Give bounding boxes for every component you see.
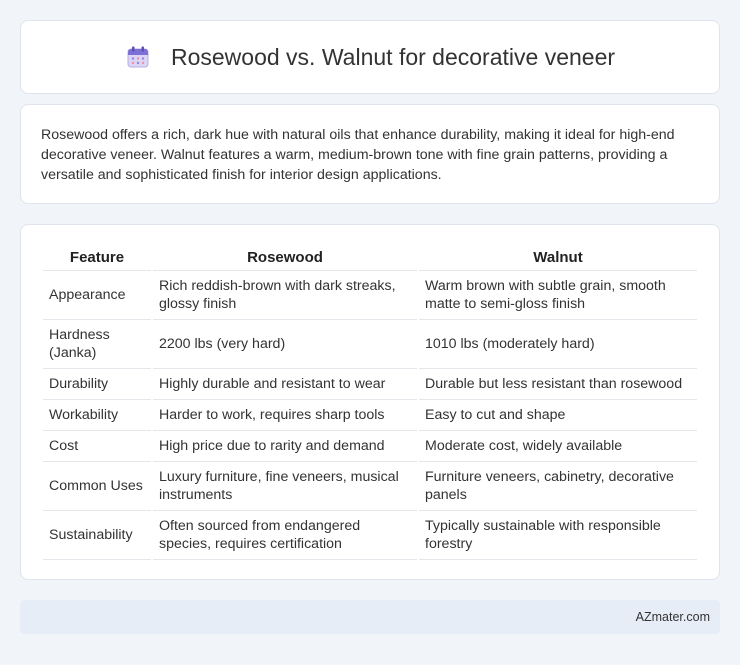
cell-walnut: Moderate cost, widely available [419, 431, 697, 462]
cell-walnut: Warm brown with subtle grain, smooth mat… [419, 271, 697, 320]
cell-rosewood: Luxury furniture, fine veneers, musical … [153, 462, 417, 511]
footer-brand: AZmater.com [635, 610, 710, 624]
cell-feature: Cost [43, 431, 151, 462]
calendar-icon [127, 46, 149, 68]
table-row: Appearance Rich reddish-brown with dark s… [43, 271, 697, 320]
table-row: Common Uses Luxury furniture, fine veneer… [43, 462, 697, 511]
table-row: Hardness (Janka) 2200 lbs (very hard) 1010… [43, 320, 697, 369]
table-header-row: Feature Rosewood Walnut [43, 247, 697, 271]
footer: AZmater.com [20, 600, 720, 634]
cell-rosewood: Highly durable and resistant to wear [153, 369, 417, 400]
cell-walnut: Durable but less resistant than rosewood [419, 369, 697, 400]
cell-feature: Appearance [43, 271, 151, 320]
cell-rosewood: High price due to rarity and demand [153, 431, 417, 462]
header-rosewood: Rosewood [153, 247, 417, 271]
page-title: Rosewood vs. Walnut for decorative venee… [170, 43, 616, 70]
cell-feature: Workability [43, 400, 151, 431]
table-row: Cost High price due to rarity and demand M… [43, 431, 697, 462]
table-row: Durability Highly durable and resistant t… [43, 369, 697, 400]
header-feature: Feature [43, 247, 151, 271]
cell-rosewood: Harder to work, requires sharp tools [153, 400, 417, 431]
cell-feature: Sustainability [43, 511, 151, 560]
cell-feature: Hardness (Janka) [43, 320, 151, 369]
cell-feature: Common Uses [43, 462, 151, 511]
comparison-table: Feature Rosewood Walnut Appearance Rich r… [43, 247, 697, 560]
cell-walnut: Typically sustainable with responsible f… [419, 511, 697, 560]
intro-card: Rosewood offers a rich, dark hue with na… [20, 104, 720, 204]
cell-rosewood: Rich reddish-brown with dark streaks, gl… [153, 271, 417, 320]
title-card: Rosewood vs. Walnut for decorative venee… [20, 20, 720, 94]
cell-walnut: 1010 lbs (moderately hard) [419, 320, 697, 369]
cell-rosewood: Often sourced from endangered species, r… [153, 511, 417, 560]
cell-feature: Durability [43, 369, 151, 400]
table-row: Workability Harder to work, requires shar… [43, 400, 697, 431]
header-walnut: Walnut [419, 247, 697, 271]
table-row: Sustainability Often sourced from endange… [43, 511, 697, 560]
comparison-card: Feature Rosewood Walnut Appearance Rich r… [20, 224, 720, 580]
cell-rosewood: 2200 lbs (very hard) [153, 320, 417, 369]
intro-text: Rosewood offers a rich, dark hue with na… [41, 127, 675, 183]
cell-walnut: Easy to cut and shape [419, 400, 697, 431]
cell-walnut: Furniture veneers, cabinetry, decorative… [419, 462, 697, 511]
